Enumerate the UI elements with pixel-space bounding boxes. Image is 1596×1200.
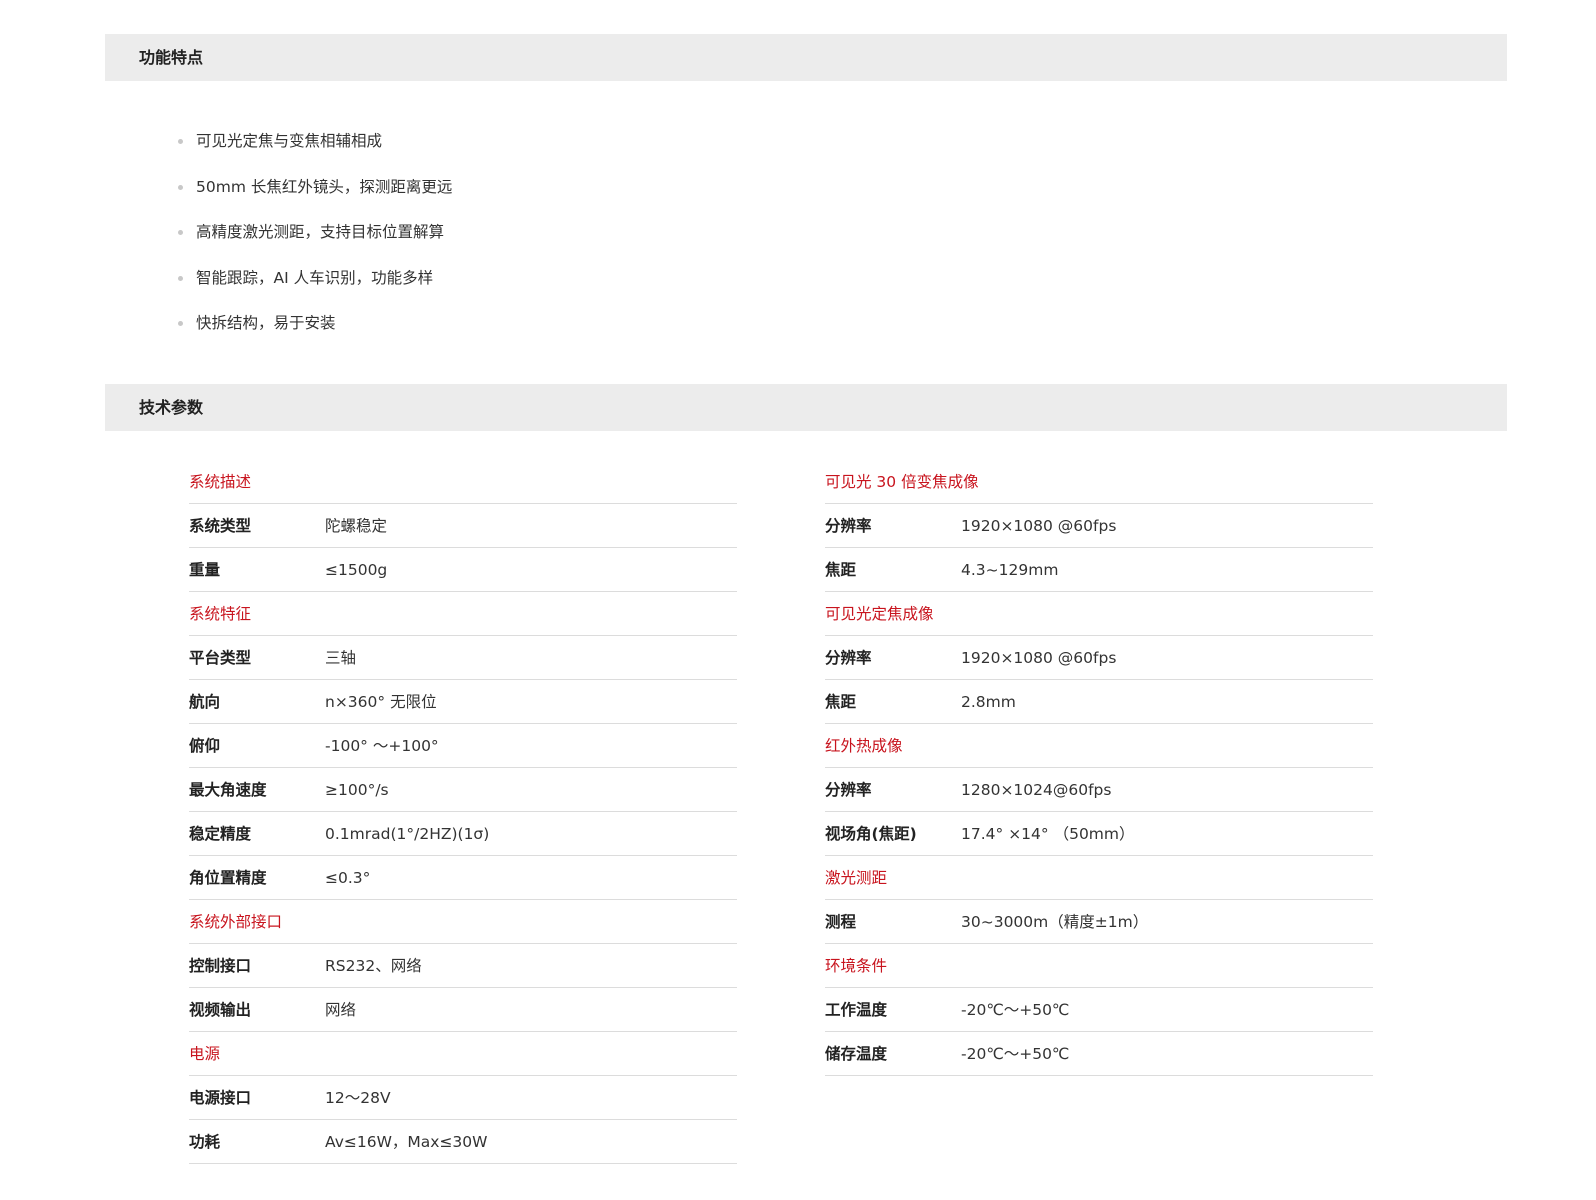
- spec-group-title: 系统描述: [189, 460, 737, 504]
- spec-row: 分辨率 1920×1080 @60fps: [825, 504, 1373, 548]
- feature-item: 高精度激光测距，支持目标位置解算: [178, 210, 452, 256]
- spec-row: 功耗 Av≤16W，Max≤30W: [189, 1120, 737, 1164]
- feature-text: 智能跟踪，AI 人车识别，功能多样: [196, 268, 434, 287]
- spec-row: 视频输出 网络: [189, 988, 737, 1032]
- spec-label: 视场角(焦距): [825, 825, 917, 843]
- feature-text: 高精度激光测距，支持目标位置解算: [196, 223, 445, 241]
- spec-value: 网络: [325, 1001, 357, 1019]
- bullet-icon: [178, 321, 183, 326]
- spec-label: 测程: [825, 913, 857, 931]
- spec-value: -100° ～+100°: [325, 737, 439, 755]
- feature-item: 快拆结构，易于安装: [178, 301, 452, 347]
- spec-label: 焦距: [825, 693, 857, 711]
- specs-section-header: 技术参数: [105, 384, 1507, 431]
- spec-value: 陀螺稳定: [325, 517, 388, 535]
- spec-label: 角位置精度: [189, 869, 267, 887]
- bullet-icon: [178, 275, 183, 281]
- feature-text: 50mm 长焦红外镜头，探测距离更远: [196, 177, 453, 196]
- spec-value: RS232、网络: [325, 957, 422, 975]
- spec-label: 分辨率: [825, 781, 872, 799]
- spec-value: 0.1mrad(1°/2HZ)(1σ): [325, 825, 490, 843]
- feature-item: 智能跟踪，AI 人车识别，功能多样: [178, 256, 452, 302]
- spec-row: 俯仰 -100° ～+100°: [189, 724, 737, 768]
- spec-group-title: 系统外部接口: [189, 900, 737, 944]
- spec-label: 重量: [189, 561, 221, 579]
- spec-group-title: 可见光定焦成像: [825, 592, 1373, 636]
- feature-item: 可见光定焦与变焦相辅相成: [178, 119, 452, 165]
- spec-value: Av≤16W，Max≤30W: [325, 1133, 488, 1151]
- spec-row: 系统类型 陀螺稳定: [189, 504, 737, 548]
- spec-group-title: 红外热成像: [825, 724, 1373, 768]
- spec-row: 控制接口 RS232、网络: [189, 944, 737, 988]
- spec-label: 俯仰: [189, 737, 221, 755]
- spec-column-right: 可见光 30 倍变焦成像 分辨率 1920×1080 @60fps 焦距 4.3…: [825, 460, 1373, 1076]
- spec-label: 平台类型: [189, 649, 252, 667]
- spec-value: 1920×1080 @60fps: [961, 517, 1117, 535]
- spec-value: ≤0.3°: [325, 869, 371, 887]
- spec-label: 焦距: [825, 561, 857, 579]
- spec-label: 分辨率: [825, 517, 872, 535]
- bullet-icon: [178, 184, 183, 190]
- spec-row: 工作温度 -20℃～+50℃: [825, 988, 1373, 1032]
- spec-label: 工作温度: [825, 1001, 888, 1019]
- features-title: 功能特点: [139, 48, 204, 67]
- spec-row: 最大角速度 ≥100°/s: [189, 768, 737, 812]
- spec-label: 分辨率: [825, 649, 872, 667]
- spec-value: 4.3~129mm: [961, 561, 1059, 579]
- spec-group-title: 可见光 30 倍变焦成像: [825, 460, 1373, 504]
- feature-item: 50mm 长焦红外镜头，探测距离更远: [178, 165, 452, 211]
- spec-label: 系统类型: [189, 517, 252, 535]
- spec-value: 17.4° ×14° （50mm）: [961, 825, 1135, 843]
- spec-label: 视频输出: [189, 1001, 252, 1019]
- spec-value: -20℃～+50℃: [961, 1045, 1070, 1063]
- feature-list: 可见光定焦与变焦相辅相成 50mm 长焦红外镜头，探测距离更远 高精度激光测距，…: [178, 119, 452, 347]
- spec-group-title: 系统特征: [189, 592, 737, 636]
- spec-row: 航向 n×360° 无限位: [189, 680, 737, 724]
- spec-label: 控制接口: [189, 957, 252, 975]
- spec-group-title: 电源: [189, 1032, 737, 1076]
- spec-row: 重量 ≤1500g: [189, 548, 737, 592]
- spec-value: 1280×1024@60fps: [961, 781, 1112, 799]
- spec-label: 最大角速度: [189, 781, 267, 799]
- spec-value: 三轴: [325, 649, 357, 667]
- spec-row: 电源接口 12～28V: [189, 1076, 737, 1120]
- spec-label: 航向: [189, 693, 221, 711]
- spec-label: 储存温度: [825, 1045, 888, 1063]
- spec-column-left: 系统描述 系统类型 陀螺稳定 重量 ≤1500g 系统特征 平台类型 三轴 航向…: [189, 460, 737, 1164]
- spec-row: 视场角(焦距) 17.4° ×14° （50mm）: [825, 812, 1373, 856]
- spec-value: ≤1500g: [325, 561, 388, 579]
- features-section-header: 功能特点: [105, 34, 1507, 81]
- feature-text: 可见光定焦与变焦相辅相成: [196, 132, 383, 150]
- spec-value: 12～28V: [325, 1089, 391, 1107]
- feature-text: 快拆结构，易于安装: [196, 314, 336, 332]
- spec-value: n×360° 无限位: [325, 693, 437, 711]
- bullet-icon: [178, 230, 183, 235]
- specs-title: 技术参数: [139, 398, 204, 417]
- spec-row: 焦距 2.8mm: [825, 680, 1373, 724]
- spec-row: 平台类型 三轴: [189, 636, 737, 680]
- spec-value: 30~3000m（精度±1m）: [961, 913, 1149, 931]
- spec-row: 稳定精度 0.1mrad(1°/2HZ)(1σ): [189, 812, 737, 856]
- spec-row: 测程 30~3000m（精度±1m）: [825, 900, 1373, 944]
- spec-row: 分辨率 1920×1080 @60fps: [825, 636, 1373, 680]
- spec-value: -20℃～+50℃: [961, 1001, 1070, 1019]
- spec-row: 焦距 4.3~129mm: [825, 548, 1373, 592]
- spec-value: ≥100°/s: [325, 781, 389, 799]
- spec-label: 功耗: [189, 1133, 221, 1151]
- spec-label: 电源接口: [189, 1089, 252, 1107]
- spec-row: 角位置精度 ≤0.3°: [189, 856, 737, 900]
- spec-group-title: 环境条件: [825, 944, 1373, 988]
- spec-group-title: 激光测距: [825, 856, 1373, 900]
- spec-label: 稳定精度: [189, 825, 252, 843]
- bullet-icon: [178, 139, 183, 144]
- spec-value: 1920×1080 @60fps: [961, 649, 1117, 667]
- spec-value: 2.8mm: [961, 693, 1016, 711]
- spec-row: 分辨率 1280×1024@60fps: [825, 768, 1373, 812]
- spec-row: 储存温度 -20℃～+50℃: [825, 1032, 1373, 1076]
